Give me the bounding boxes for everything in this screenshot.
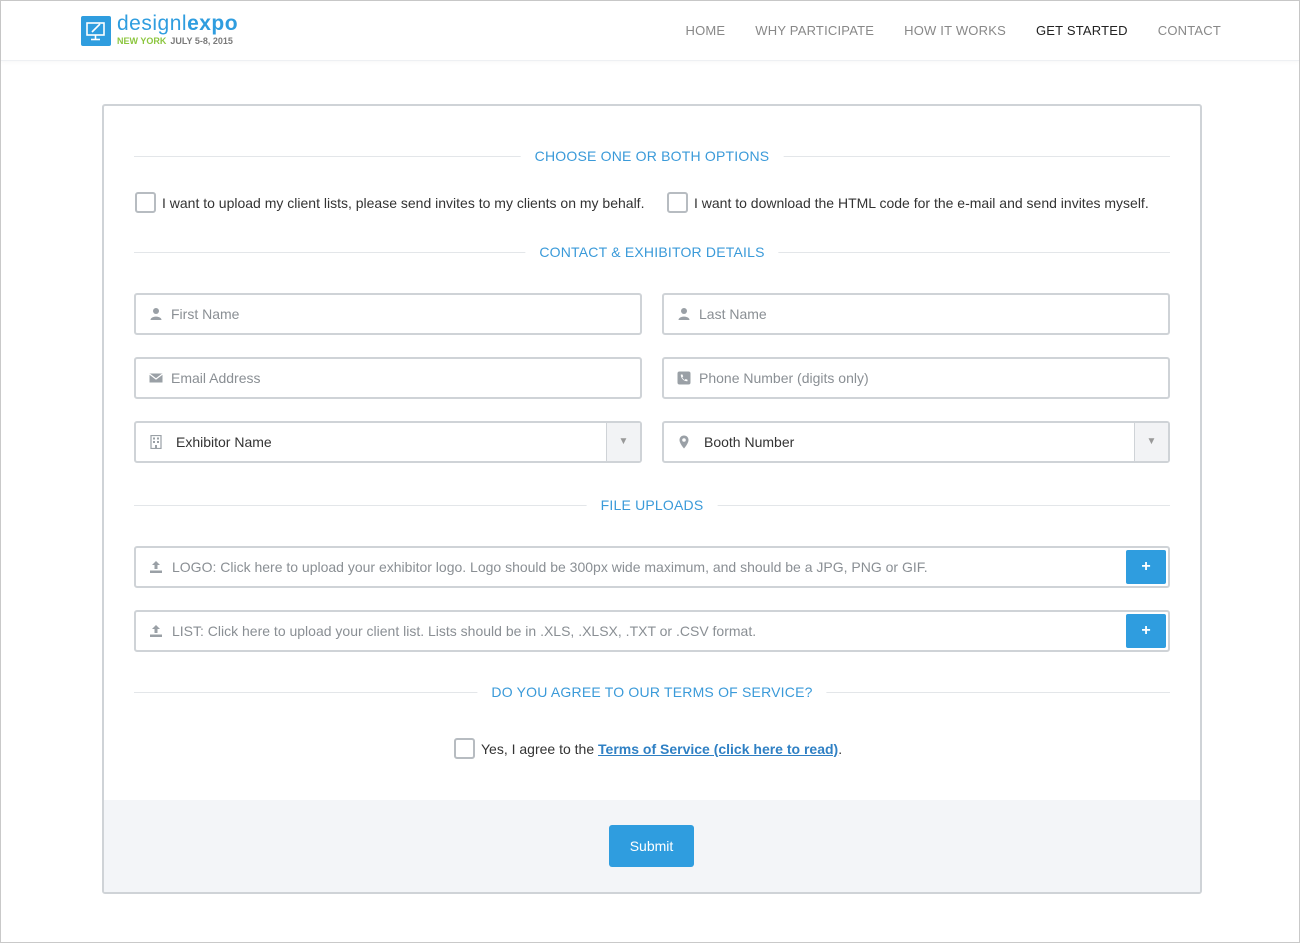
map-pin-icon <box>679 435 689 449</box>
section-divider-uploads: FILE UPLOADS <box>134 495 1170 515</box>
last-name-input[interactable] <box>699 295 1158 333</box>
submit-button[interactable]: Submit <box>609 825 694 867</box>
exhibitor-select[interactable]: Exhibitor Name ▼ <box>134 421 642 463</box>
nav-contact[interactable]: CONTACT <box>1158 23 1221 39</box>
list-upload-text: LIST: Click here to upload your client l… <box>172 623 757 639</box>
section-title-contact: CONTACT & EXHIBITOR DETAILS <box>525 242 779 262</box>
monitor-pencil-icon <box>81 16 111 46</box>
list-add-button[interactable]: + <box>1126 614 1166 648</box>
list-upload-field[interactable]: LIST: Click here to upload your client l… <box>134 610 1170 652</box>
brand-name: designlexpo <box>117 12 238 36</box>
download-html-checkbox[interactable] <box>667 192 688 213</box>
logo-upload-text: LOGO: Click here to upload your exhibito… <box>172 559 928 575</box>
email-input[interactable] <box>171 359 630 397</box>
terms-prefix: Yes, I agree to the <box>481 740 599 757</box>
section-title-uploads: FILE UPLOADS <box>586 495 718 515</box>
user-icon <box>678 308 690 320</box>
user-icon <box>150 308 162 320</box>
upload-lists-checkbox[interactable] <box>135 192 156 213</box>
section-title-options: CHOOSE ONE OR BOTH OPTIONS <box>520 146 784 166</box>
registration-form: CHOOSE ONE OR BOTH OPTIONS I want to upl… <box>102 104 1202 894</box>
option-download-html[interactable]: I want to download the HTML code for the… <box>667 192 1149 213</box>
nav-home[interactable]: HOME <box>685 23 725 39</box>
nav-how-it-works[interactable]: HOW IT WORKS <box>904 23 1006 39</box>
upload-icon <box>150 625 162 637</box>
phone-input[interactable] <box>699 359 1158 397</box>
last-name-field[interactable] <box>662 293 1170 335</box>
nav-get-started[interactable]: GET STARTED <box>1036 23 1128 39</box>
exhibitor-selected-value: Exhibitor Name <box>176 434 272 450</box>
section-title-terms: DO YOU AGREE TO OUR TERMS OF SERVICE? <box>477 682 827 702</box>
upload-icon <box>150 561 162 573</box>
email-field[interactable] <box>134 357 642 399</box>
chevron-down-icon[interactable]: ▼ <box>606 423 640 461</box>
option-upload-lists[interactable]: I want to upload my client lists, please… <box>135 192 644 213</box>
phone-field[interactable] <box>662 357 1170 399</box>
terms-agreement[interactable]: Yes, I agree to the Terms of Service (cl… <box>454 738 842 759</box>
terms-label: Yes, I agree to the Terms of Service (cl… <box>481 739 842 759</box>
logo-add-button[interactable]: + <box>1126 550 1166 584</box>
first-name-input[interactable] <box>171 295 630 333</box>
terms-suffix: . <box>838 740 843 757</box>
upload-lists-label: I want to upload my client lists, please… <box>162 194 645 211</box>
brand-city: NEW YORK <box>117 36 167 46</box>
first-name-field[interactable] <box>134 293 642 335</box>
brand-dates: JULY 5-8, 2015 <box>170 36 233 46</box>
terms-checkbox[interactable] <box>454 738 475 759</box>
section-divider-terms: DO YOU AGREE TO OUR TERMS OF SERVICE? <box>134 682 1170 702</box>
terms-link[interactable]: Terms of Service (click here to read) <box>598 741 838 757</box>
brand-name-light: designl <box>117 12 188 35</box>
download-html-label: I want to download the HTML code for the… <box>694 194 1149 211</box>
nav-why-participate[interactable]: WHY PARTICIPATE <box>755 23 874 39</box>
envelope-icon <box>149 373 163 383</box>
form-footer: Submit <box>104 800 1200 892</box>
building-icon <box>150 435 162 449</box>
phone-icon <box>677 371 691 385</box>
section-divider-contact: CONTACT & EXHIBITOR DETAILS <box>134 242 1170 262</box>
brand-tagline: NEW YORK JULY 5-8, 2015 <box>117 36 233 46</box>
top-navbar: designlexpo NEW YORK JULY 5-8, 2015 HOME … <box>1 1 1299 61</box>
section-divider-options: CHOOSE ONE OR BOTH OPTIONS <box>134 146 1170 166</box>
booth-selected-value: Booth Number <box>704 434 795 450</box>
booth-select[interactable]: Booth Number ▼ <box>662 421 1170 463</box>
logo-upload-field[interactable]: LOGO: Click here to upload your exhibito… <box>134 546 1170 588</box>
brand-name-bold: expo <box>187 12 239 35</box>
chevron-down-icon[interactable]: ▼ <box>1134 423 1168 461</box>
main-nav: HOME WHY PARTICIPATE HOW IT WORKS GET ST… <box>655 23 1221 39</box>
